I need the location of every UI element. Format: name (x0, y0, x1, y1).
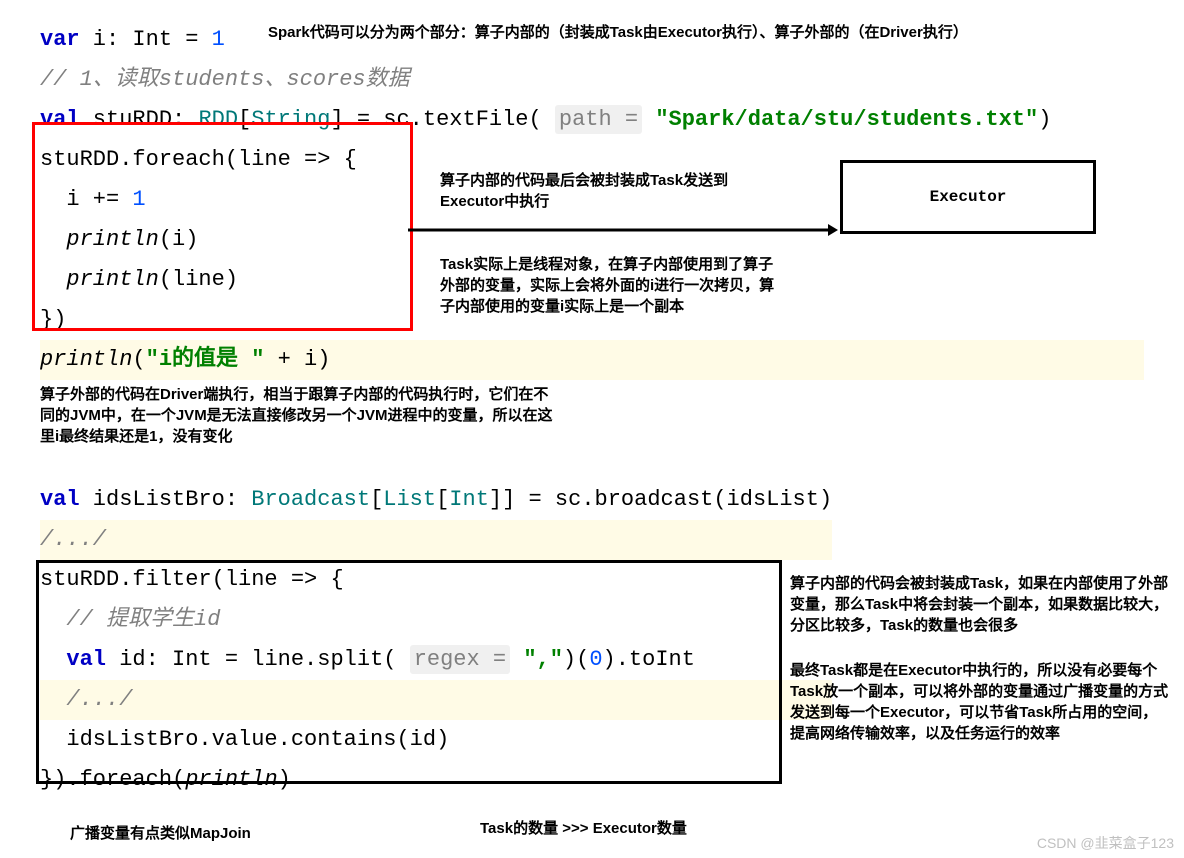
highlight-box-red (32, 122, 413, 331)
annotation-text: 算子内部的代码最后会被封装成Task发送到Executor中执行 (440, 170, 780, 212)
annotation-text: 广播变量有点类似MapJoin (70, 823, 251, 844)
highlight-box-black (36, 560, 782, 784)
annotation-text: Spark代码可以分为两个部分：算子内部的（封装成Task由Executor执行… (268, 22, 1088, 43)
arrow-icon (408, 220, 838, 240)
annotation-text: 最终Task都是在Executor中执行的，所以没有必要每个Task放一个副本，… (790, 660, 1170, 744)
code-comment: /.../ (40, 520, 832, 560)
annotation-text: 算子外部的代码在Driver端执行，相当于跟算子内部的代码执行时，它们在不同的J… (40, 384, 560, 447)
code-line: val idsListBro: Broadcast[List[Int]] = s… (40, 480, 832, 520)
annotation-text: 算子内部的代码会被封装成Task，如果在内部使用了外部变量，那么Task中将会封… (790, 573, 1170, 636)
annotation-text: Task实际上是线程对象，在算子内部使用到了算子外部的变量，实际上会将外面的i进… (440, 254, 780, 317)
code-comment: // 1、读取students、scores数据 (40, 60, 1144, 100)
executor-box: Executor (840, 160, 1096, 234)
watermark: CSDN @韭菜盒子123 (1037, 833, 1174, 853)
annotation-text: Task的数量 >>> Executor数量 (480, 818, 687, 839)
code-line-highlighted: println("i的值是 " + i) (40, 340, 1144, 380)
